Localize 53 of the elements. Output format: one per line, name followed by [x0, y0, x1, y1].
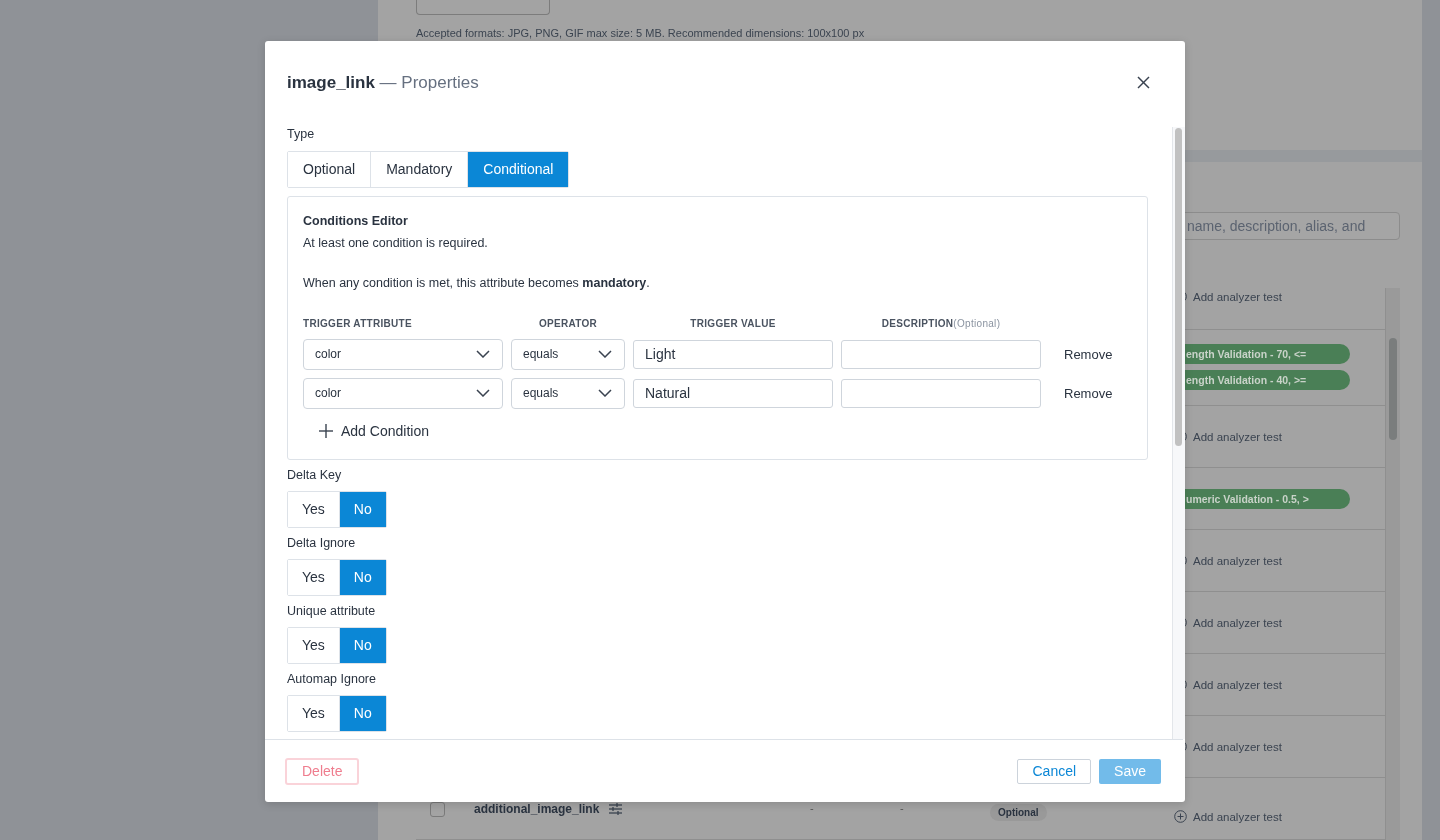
- add-analyzer-test-link[interactable]: Add analyzer test: [1193, 678, 1282, 691]
- scrollbar-thumb[interactable]: [1175, 127, 1182, 446]
- chevron-down-icon: [598, 389, 612, 398]
- table-cell: -: [810, 802, 814, 814]
- remove-button[interactable]: Remove: [1049, 346, 1113, 362]
- field-label: Delta Key: [287, 466, 342, 483]
- panel-text: When any condition is met, this attribute becomes mandatory.: [303, 274, 650, 291]
- operator-select[interactable]: equals: [511, 377, 625, 409]
- close-icon[interactable]: [1137, 76, 1150, 90]
- field-label: Unique attribute: [287, 602, 376, 619]
- trigger-value-field[interactable]: Light: [633, 339, 833, 369]
- attribute-name: additional_image_link: [474, 802, 600, 816]
- add-condition-button[interactable]: Add Condition: [317, 416, 431, 445]
- field-label: Automap Ignore: [287, 670, 376, 687]
- plus-circle-icon[interactable]: [1174, 810, 1187, 823]
- sliders-icon[interactable]: [609, 803, 623, 815]
- chevron-down-icon: [476, 389, 490, 398]
- toggle-option[interactable]: No: [338, 627, 386, 663]
- dialog-title: image_link — Properties: [287, 72, 479, 93]
- table-cell: -: [900, 802, 904, 814]
- toggle-option[interactable]: No: [338, 491, 386, 527]
- operator-select[interactable]: equals: [511, 338, 625, 370]
- field-label: Type: [287, 125, 315, 142]
- add-analyzer-test-link[interactable]: Add analyzer test: [1193, 810, 1282, 823]
- description-field[interactable]: [841, 378, 1041, 408]
- attribute-select[interactable]: color: [303, 338, 503, 370]
- panel-title: Conditions Editor: [303, 212, 408, 229]
- add-analyzer-test-link[interactable]: Add analyzer test: [1193, 554, 1282, 567]
- cancel-button[interactable]: Cancel: [1017, 758, 1092, 784]
- add-analyzer-test-link[interactable]: Add analyzer test: [1193, 290, 1282, 303]
- add-analyzer-test-link[interactable]: Add analyzer test: [1193, 616, 1282, 629]
- field-label: Delta Ignore: [287, 534, 356, 551]
- chevron-down-icon: [598, 350, 612, 359]
- upload-hint: Accepted formats: JPG, PNG, GIF max size: 5 MB. Recommended dimensions: 100x100 px: [416, 27, 865, 39]
- trigger-value-field[interactable]: Natural: [633, 378, 833, 408]
- toggle-option[interactable]: No: [338, 559, 386, 595]
- column-header: TRIGGER VALUE: [689, 317, 777, 329]
- chevron-down-icon: [476, 350, 490, 359]
- type-tab[interactable]: Conditional: [467, 151, 569, 187]
- column-header: TRIGGER ATTRIBUTE: [303, 317, 413, 329]
- add-analyzer-test-link[interactable]: Add analyzer test: [1193, 740, 1282, 753]
- attribute-select[interactable]: color: [303, 377, 503, 409]
- panel-text: At least one condition is required.: [303, 234, 488, 251]
- type-badge: Optional: [990, 804, 1047, 821]
- toggle-option[interactable]: No: [338, 695, 386, 731]
- column-header: DESCRIPTION(Optional): [880, 317, 1002, 329]
- column-header: OPERATOR: [537, 317, 599, 329]
- add-analyzer-test-link[interactable]: Add analyzer test: [1193, 430, 1282, 443]
- scrollbar-thumb[interactable]: [1389, 338, 1397, 440]
- plus-icon: [319, 423, 333, 438]
- description-field[interactable]: [841, 339, 1041, 369]
- outline-button[interactable]: [416, 0, 550, 15]
- remove-button[interactable]: Remove: [1049, 385, 1113, 401]
